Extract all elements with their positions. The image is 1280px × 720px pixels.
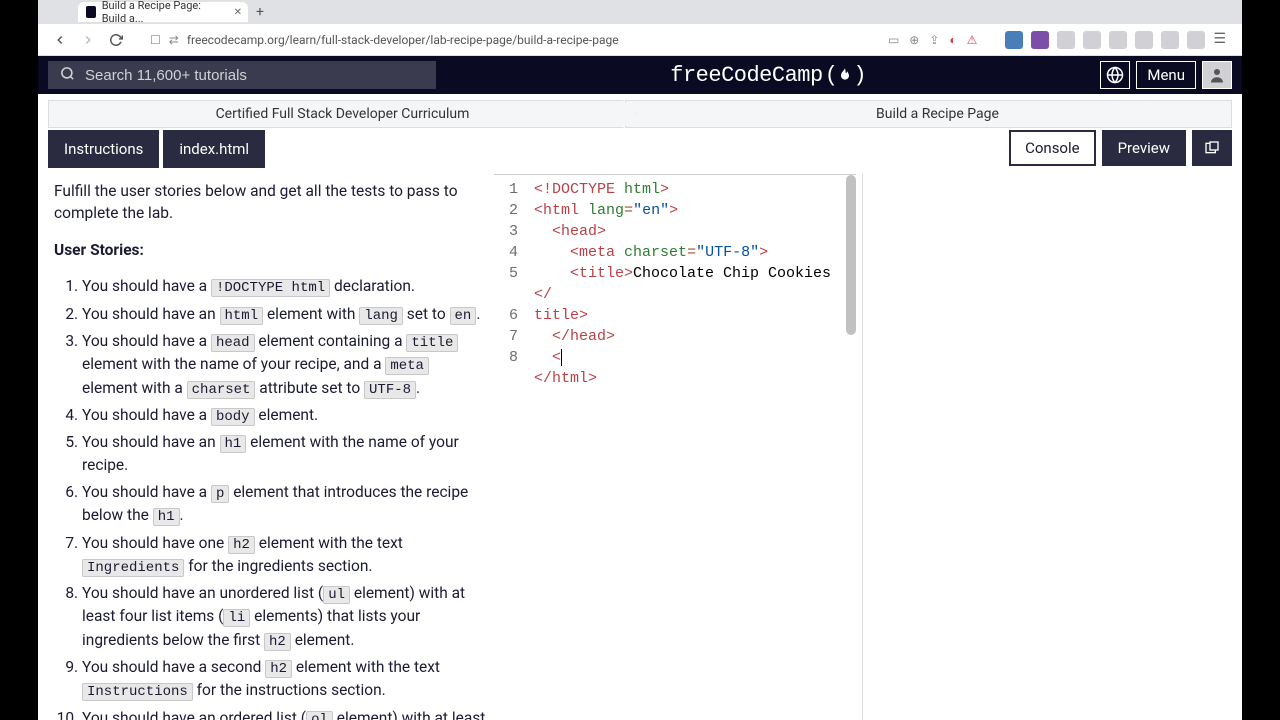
site-logo[interactable]: freeCodeCamp()	[670, 63, 866, 88]
reader-icon[interactable]: ▭	[888, 33, 899, 47]
ext-icon[interactable]	[1135, 31, 1153, 49]
preview-pane	[862, 174, 1232, 720]
user-story-item: You should have one h2 element with the …	[82, 532, 486, 579]
warn-icon[interactable]: ⚠	[967, 33, 978, 47]
search-icon	[60, 66, 75, 85]
ext-icon[interactable]	[1083, 31, 1101, 49]
share-icon[interactable]: ⇪	[929, 33, 939, 47]
language-button[interactable]	[1100, 61, 1130, 89]
search-input[interactable]	[85, 67, 424, 84]
ext-icon[interactable]	[1161, 31, 1179, 49]
ext-icon[interactable]	[1109, 31, 1127, 49]
logo-text: freeCodeCamp	[670, 63, 822, 88]
user-stories-list: You should have a !DOCTYPE html declarat…	[54, 275, 486, 720]
url-text: freecodecamp.org/learn/full-stack-develo…	[187, 33, 880, 47]
instructions-intro: Fulfill the user stories below and get a…	[54, 180, 486, 225]
shield-icon[interactable]: ◐	[949, 33, 956, 47]
browser-nav-bar: ☐ ⇄ freecodecamp.org/learn/full-stack-de…	[38, 24, 1242, 56]
reload-button[interactable]	[102, 26, 130, 54]
breadcrumb: Certified Full Stack Developer Curriculu…	[48, 100, 1232, 128]
ext-icon[interactable]	[1057, 31, 1075, 49]
back-button[interactable]	[46, 26, 74, 54]
url-bar[interactable]: ☐ ⇄ freecodecamp.org/learn/full-stack-de…	[140, 27, 987, 53]
breadcrumb-curriculum[interactable]: Certified Full Stack Developer Curriculu…	[48, 100, 637, 128]
tab-title: Build a Recipe Page: Build a...	[102, 0, 218, 25]
user-story-item: You should have an ordered list (ol elem…	[82, 707, 486, 720]
bookmark-icon[interactable]: ☐	[150, 33, 161, 47]
user-story-item: You should have a head element containin…	[82, 330, 486, 400]
preview-expand-button[interactable]	[1192, 130, 1232, 166]
forward-button[interactable]	[74, 26, 102, 54]
preview-button[interactable]: Preview	[1102, 130, 1186, 166]
breadcrumb-lab[interactable]: Build a Recipe Page	[625, 100, 1232, 128]
tab-index-html[interactable]: index.html	[163, 130, 265, 168]
tab-instructions[interactable]: Instructions	[48, 130, 159, 168]
extension-icons: ☰	[997, 31, 1234, 49]
editor-pane: Console Preview 12345 678 <!DOCTYPE html…	[494, 128, 1232, 720]
user-story-item: You should have a second h2 element with…	[82, 656, 486, 703]
favicon	[86, 6, 96, 18]
new-tab-button[interactable]: +	[256, 4, 264, 20]
browser-tab-bar: Build a Recipe Page: Build a... ✕ +	[38, 0, 1242, 24]
ext-icon[interactable]	[1005, 31, 1023, 49]
browser-tab[interactable]: Build a Recipe Page: Build a... ✕	[78, 2, 248, 22]
code-editor[interactable]: <!DOCTYPE html> <html lang="en"> <head> …	[526, 175, 856, 720]
fire-icon: ()	[825, 63, 866, 88]
user-story-item: You should have a body element.	[82, 404, 486, 427]
editor-scrollbar[interactable]	[846, 175, 856, 720]
toggle-icon[interactable]: ⇄	[169, 33, 179, 47]
close-icon[interactable]: ✕	[234, 7, 242, 18]
zoom-icon[interactable]: ⊕	[909, 33, 919, 47]
user-story-item: You should have an h1 element with the n…	[82, 431, 486, 477]
console-button[interactable]: Console	[1009, 130, 1096, 166]
search-container	[48, 61, 436, 89]
user-stories-heading: User Stories:	[54, 241, 144, 259]
menu-button[interactable]: Menu	[1136, 61, 1196, 89]
user-story-item: You should have a !DOCTYPE html declarat…	[82, 275, 486, 298]
user-avatar-button[interactable]	[1202, 61, 1232, 89]
user-story-item: You should have an unordered list (ul el…	[82, 582, 486, 652]
user-story-item: You should have a p element that introdu…	[82, 481, 486, 528]
ext-icon[interactable]	[1031, 31, 1049, 49]
instructions-pane: Instructions index.html Fulfill the user…	[48, 128, 490, 720]
line-gutter: 12345 678	[494, 175, 526, 720]
ext-icon[interactable]	[1187, 31, 1205, 49]
site-header: freeCodeCamp() Menu	[38, 56, 1242, 94]
menu-icon[interactable]: ☰	[1213, 31, 1226, 49]
user-story-item: You should have an html element with lan…	[82, 303, 486, 326]
